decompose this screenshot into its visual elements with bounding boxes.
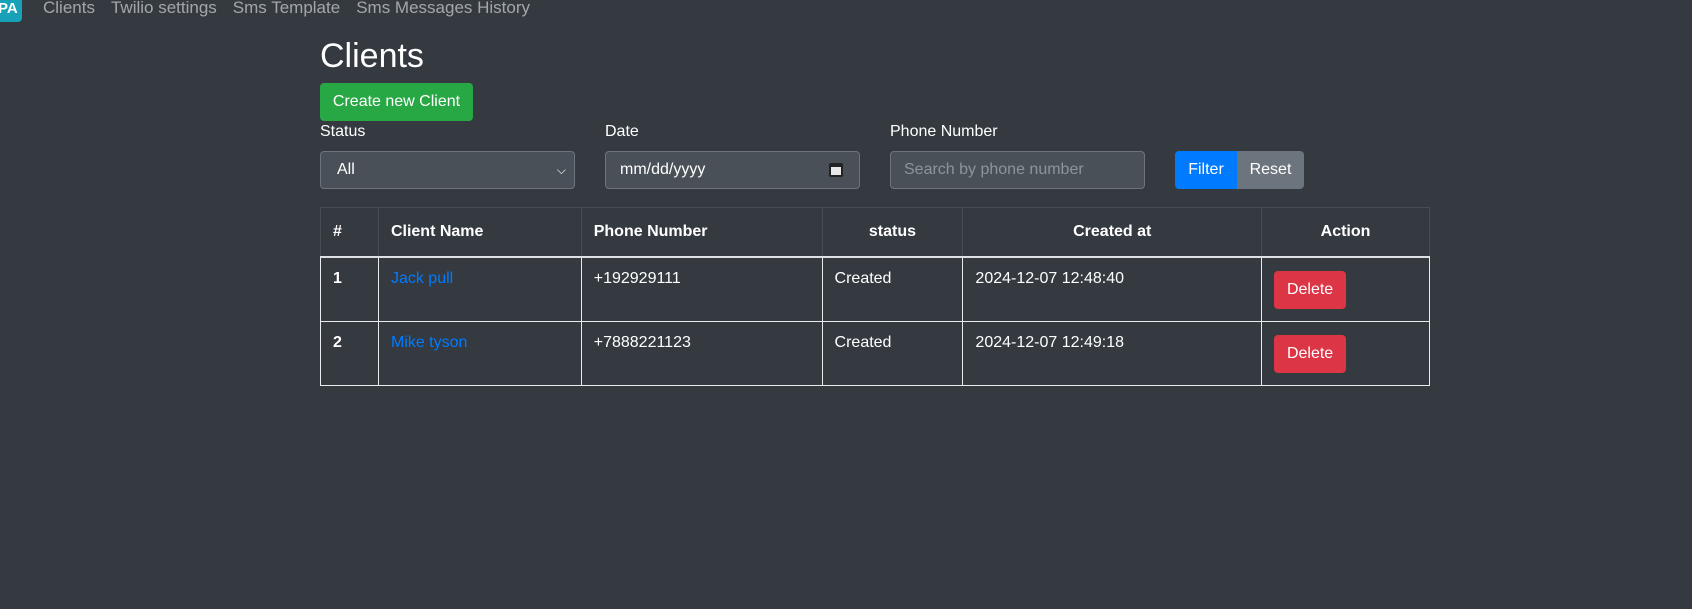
client-name-link[interactable]: Jack pull: [391, 270, 453, 287]
header-status: status: [821, 207, 964, 258]
header-created-at: Created at: [962, 207, 1263, 258]
nav-links: Clients Twilio settings Sms Template Sms…: [43, 0, 546, 18]
date-input-value: mm/dd/yyyy: [620, 161, 706, 178]
calendar-icon[interactable]: [829, 163, 843, 177]
date-input[interactable]: mm/dd/yyyy: [605, 151, 860, 189]
row-status: Created: [821, 256, 964, 322]
header-index: #: [320, 207, 379, 258]
row-action-cell: Delete: [1261, 320, 1430, 386]
table-header-row: # Client Name Phone Number status Create…: [320, 207, 1430, 258]
phone-search-input[interactable]: Search by phone number: [890, 151, 1145, 189]
row-index: 1: [320, 256, 379, 322]
row-index: 2: [320, 320, 379, 386]
filter-button[interactable]: Filter: [1175, 151, 1237, 189]
create-client-button[interactable]: Create new Client: [320, 83, 473, 121]
header-phone-number: Phone Number: [580, 207, 823, 258]
nav-link-twilio-settings[interactable]: Twilio settings: [111, 0, 217, 18]
delete-button[interactable]: Delete: [1274, 270, 1347, 309]
phone-search-placeholder: Search by phone number: [904, 161, 1084, 178]
row-phone: +192929111: [580, 256, 823, 322]
row-created-at: 2024-12-07 12:48:40: [962, 256, 1263, 322]
row-status: Created: [821, 320, 964, 386]
phone-filter-group: Phone Number Search by phone number: [890, 122, 1145, 189]
phone-label: Phone Number: [890, 123, 998, 140]
header-client-name: Client Name: [377, 207, 582, 258]
row-action-cell: Delete: [1261, 256, 1430, 322]
status-select-value: All: [337, 161, 355, 178]
date-filter-group: Date mm/dd/yyyy: [605, 122, 860, 189]
table-row: 1 Jack pull +192929111 Created 2024-12-0…: [320, 256, 1430, 322]
main-content: Clients Create new Client Status All ⌵ D…: [320, 36, 1430, 386]
row-created-at: 2024-12-07 12:49:18: [962, 320, 1263, 386]
status-label: Status: [320, 123, 366, 140]
date-label: Date: [605, 123, 639, 140]
status-filter-group: Status All ⌵: [320, 122, 575, 189]
header-action: Action: [1261, 207, 1430, 258]
row-client-name-cell: Jack pull: [377, 256, 582, 322]
client-name-link[interactable]: Mike tyson: [391, 334, 467, 351]
nav-link-clients[interactable]: Clients: [43, 0, 95, 18]
chevron-down-icon: ⌵: [556, 163, 566, 177]
nav-link-sms-messages-history[interactable]: Sms Messages History: [356, 0, 530, 18]
reset-button[interactable]: Reset: [1237, 151, 1304, 189]
clients-table: # Client Name Phone Number status Create…: [320, 207, 1430, 386]
delete-button[interactable]: Delete: [1274, 334, 1347, 373]
table-row: 2 Mike tyson +7888221123 Created 2024-12…: [320, 320, 1430, 386]
row-client-name-cell: Mike tyson: [377, 320, 582, 386]
page-title: Clients: [320, 37, 424, 75]
row-phone: +7888221123: [580, 320, 823, 386]
top-navbar: PA Clients Twilio settings Sms Template …: [0, 0, 1692, 22]
brand-logo[interactable]: PA: [0, 0, 22, 22]
nav-link-sms-template[interactable]: Sms Template: [233, 0, 340, 18]
status-select[interactable]: All ⌵: [320, 151, 575, 189]
